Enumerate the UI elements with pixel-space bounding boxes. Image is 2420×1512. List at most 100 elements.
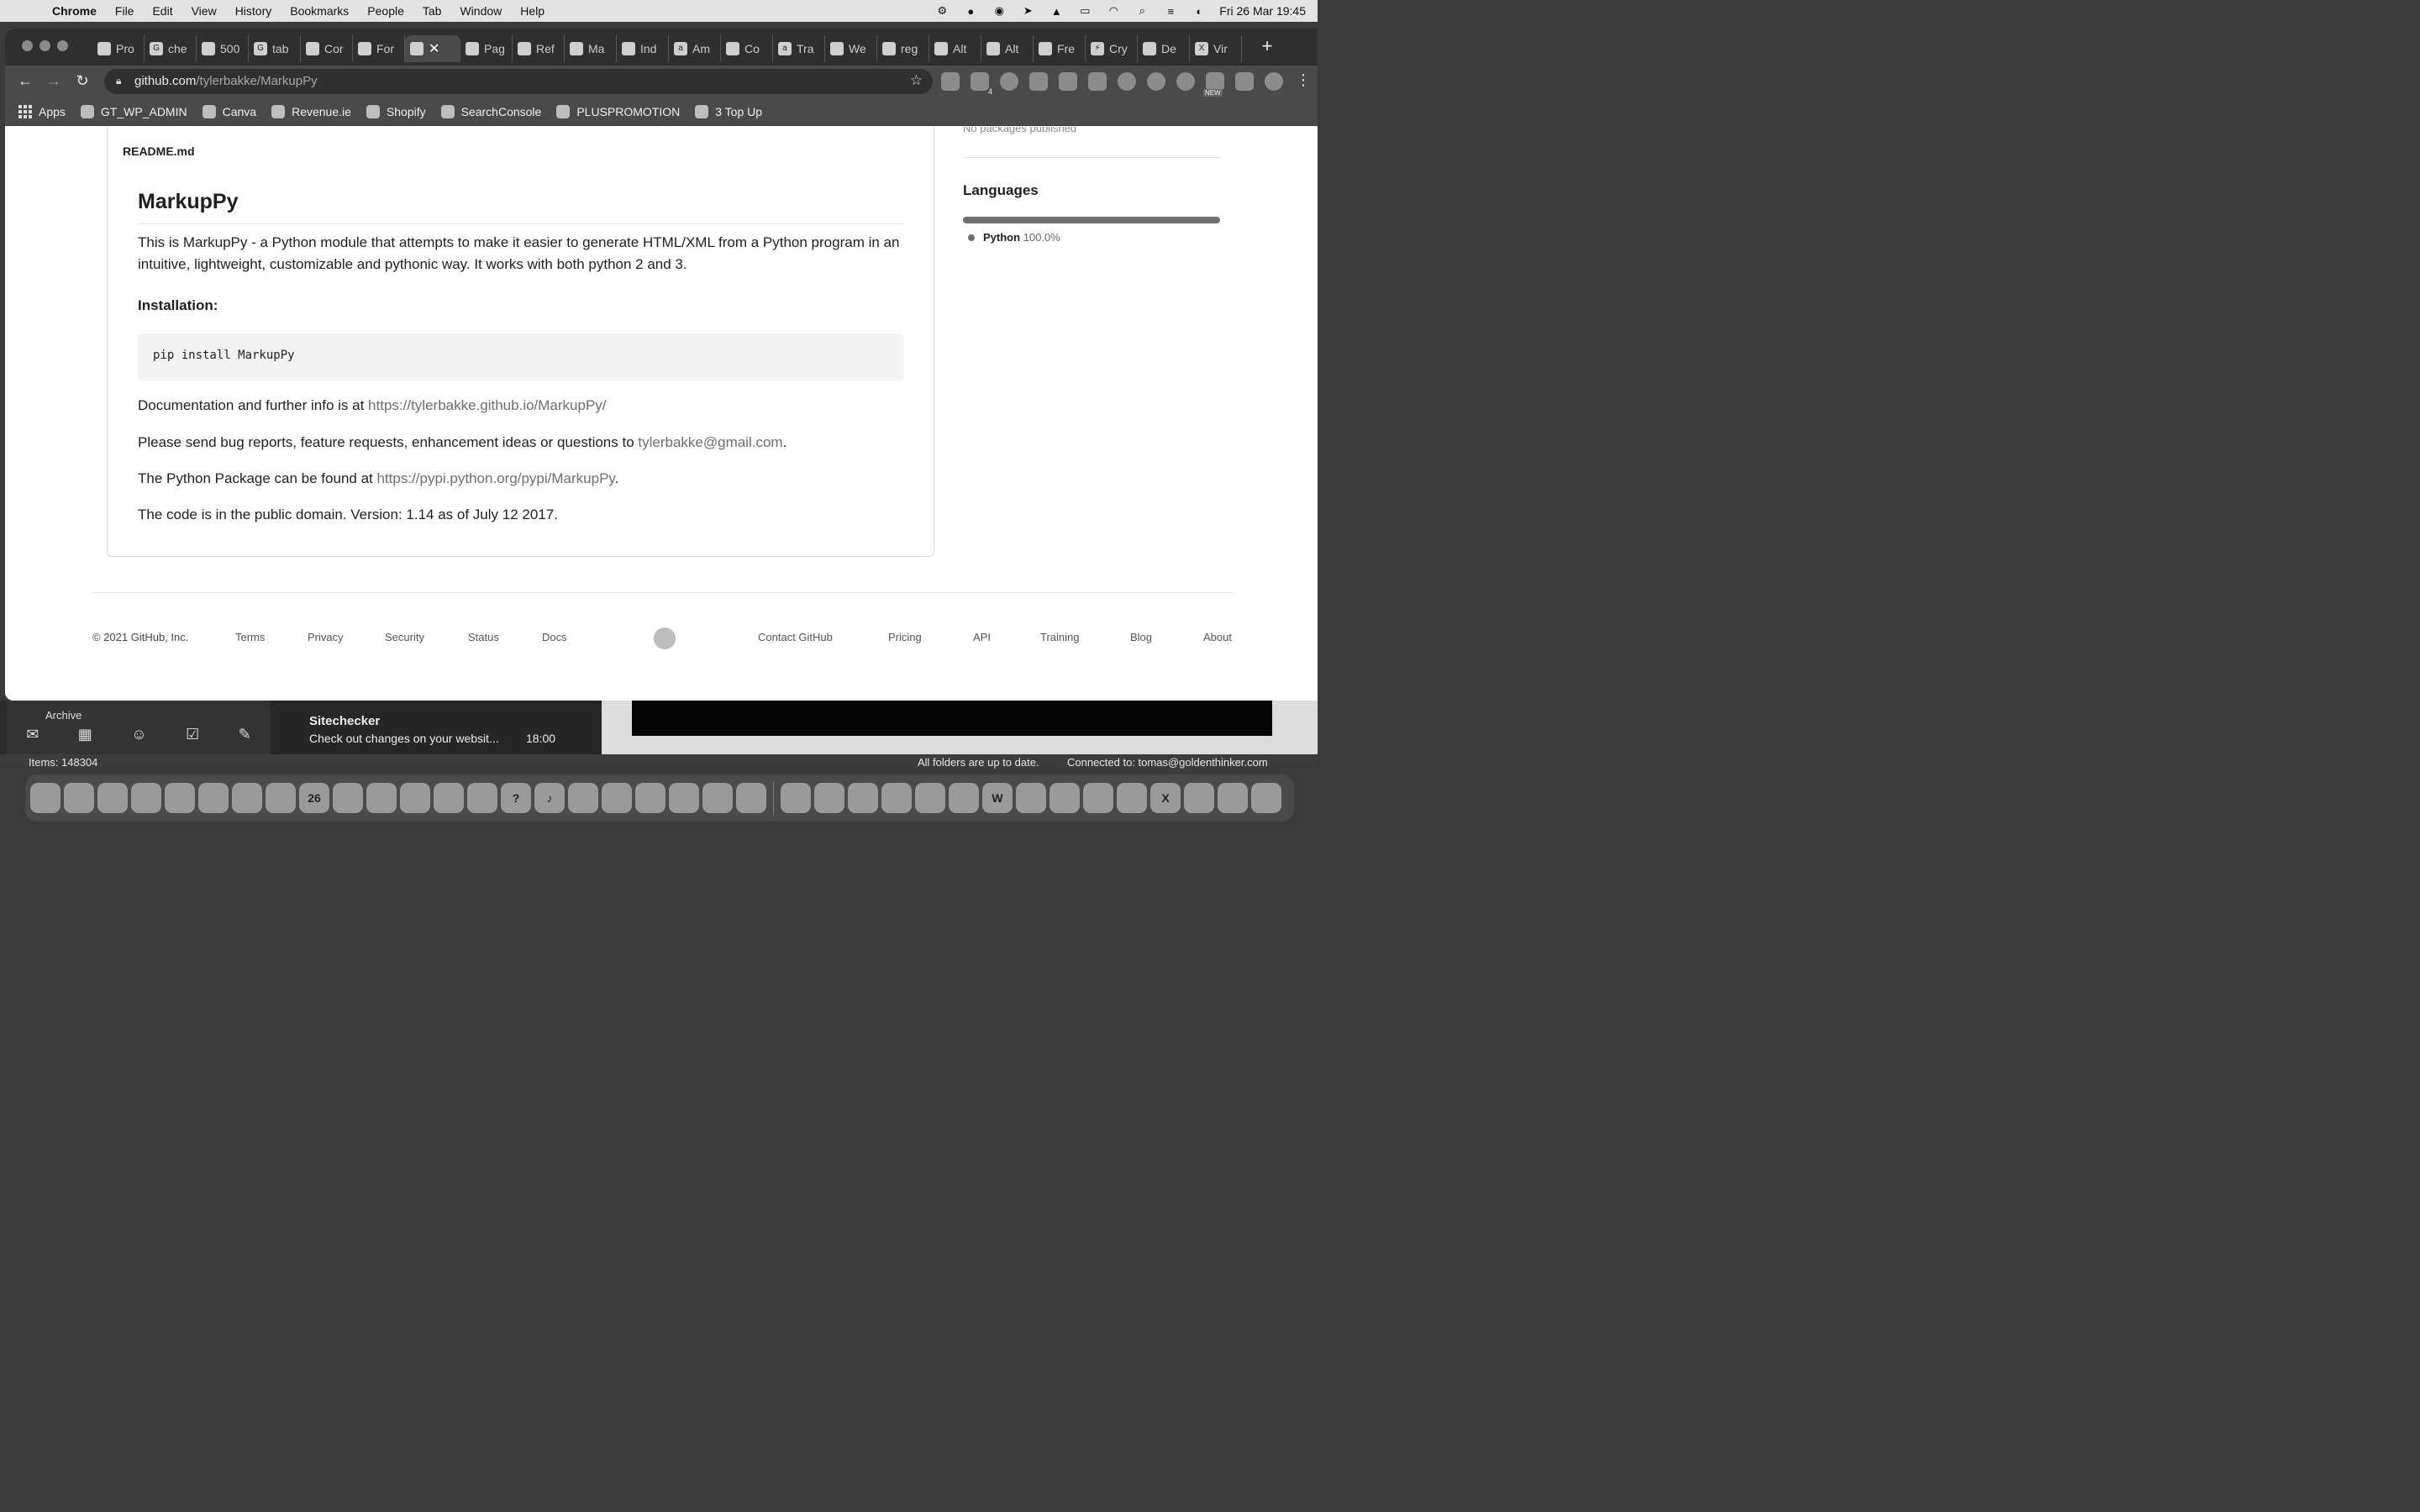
messages-icon[interactable] [131,783,161,813]
extension-card-icon[interactable] [1059,72,1077,91]
word-icon[interactable]: W [982,783,1013,813]
trash-icon[interactable] [1251,783,1281,813]
tab[interactable]: Cor [301,35,353,62]
file-icon[interactable] [1218,783,1248,813]
grammarly-icon[interactable] [1118,72,1136,91]
close-tab-icon[interactable]: ✕ [429,40,439,57]
profile-avatar[interactable] [1265,72,1283,91]
web-icon[interactable] [1050,783,1080,813]
menu-history[interactable]: History [226,4,281,18]
telegram-dock-icon[interactable] [915,783,945,813]
extension-new-icon[interactable]: NEW [1203,72,1224,97]
extension-recycle-icon[interactable] [1000,72,1018,91]
extension-circle-icon[interactable] [1176,72,1195,91]
safari-icon[interactable] [97,783,128,813]
finder-icon[interactable] [30,783,60,813]
maps-icon[interactable] [198,783,229,813]
vlc-dock-icon[interactable] [1016,783,1046,813]
app-store-icon[interactable] [602,783,632,813]
footer-link-contact[interactable]: Contact GitHub [758,631,833,643]
evernote-icon[interactable] [1147,72,1165,91]
tab[interactable]: ⚡ Cry [1086,35,1138,62]
footer-link-blog[interactable]: Blog [1130,631,1152,643]
menu-window[interactable]: Window [450,4,511,18]
reminders-icon[interactable] [400,783,430,813]
calendar-dock-icon[interactable]: 26 [299,783,329,813]
tab-active-github[interactable]: ✕ [405,35,460,62]
tab[interactable]: Alt [929,35,981,62]
bookmark-pluspromotion[interactable]: PLUSPROMOTION [556,104,680,118]
browser-menu-icon[interactable]: ⋮ [1296,71,1311,89]
notes-icon[interactable]: ✎ [239,726,251,743]
search-icon[interactable]: ⌕ [1134,4,1150,18]
sublime-icon[interactable] [949,783,979,813]
screenshot-icon[interactable] [1117,783,1147,813]
tab[interactable]: Co [721,35,773,62]
menu-help[interactable]: Help [511,4,554,18]
clock[interactable]: Fri 26 Mar 19:45 [1219,4,1306,18]
tab[interactable]: De [1138,35,1190,62]
mail-icon[interactable]: ✉ [26,726,39,743]
extension-folder-icon[interactable] [1029,72,1048,91]
tasks-icon[interactable]: ☑ [186,726,199,743]
bookmark-searchconsole[interactable]: SearchConsole [440,104,541,118]
siri-icon[interactable]: ◐ [1191,4,1207,18]
minimize-window-button[interactable] [39,40,50,51]
tab[interactable]: We [825,35,877,62]
footer-link-docs[interactable]: Docs [542,631,567,643]
close-window-button[interactable] [22,40,33,51]
footer-link-terms[interactable]: Terms [235,631,265,643]
menu-people[interactable]: People [358,4,413,18]
forward-icon[interactable]: → [44,72,64,90]
bookmark-apps[interactable]: Apps [18,104,66,118]
help-icon[interactable]: ? [501,783,531,813]
whatsapp-icon[interactable] [814,783,844,813]
document-icon[interactable] [1184,783,1214,813]
facetime-icon[interactable] [266,783,296,813]
bookmark-canva[interactable]: Canva [202,104,256,118]
tab[interactable]: reg [877,35,929,62]
tab[interactable]: Gche [145,35,197,62]
footer-link-status[interactable]: Status [468,631,499,643]
menu-tab[interactable]: Tab [413,4,451,18]
launchpad-icon[interactable] [64,783,94,813]
bookmark-3-top-up[interactable]: 3 Top Up [695,104,762,118]
apple-tv-icon[interactable] [467,783,497,813]
outlook-icon[interactable] [702,783,733,813]
terminal-icon[interactable] [881,783,912,813]
footer-link-api[interactable]: API [973,631,991,643]
tab[interactable]: Pro [92,35,145,62]
vlc-icon[interactable]: ▲ [1048,4,1065,18]
mail-preview[interactable]: Check out changes on your websit... [309,732,499,745]
excel-icon[interactable]: X [1150,783,1181,813]
docs-link[interactable]: https://tylerbakke.github.io/MarkupPy/ [368,397,606,413]
language-item-python[interactable]: Python 100.0% [968,231,1060,244]
footer-link-security[interactable]: Security [385,631,424,643]
extension-pen-icon[interactable] [941,72,960,91]
tab[interactable]: X Vir [1190,35,1242,62]
menu-file[interactable]: File [106,4,144,18]
menu-bookmarks[interactable]: Bookmarks [281,4,358,18]
url-text[interactable]: github.com/tylerbakke/MarkupPy [134,74,318,88]
telegram-icon[interactable]: ➤ [1019,4,1036,18]
system-preferences-icon[interactable] [635,783,666,813]
tab[interactable]: Fre [1034,35,1086,62]
footer-link-privacy[interactable]: Privacy [308,631,344,643]
battery-icon[interactable]: ▭ [1076,4,1093,18]
install-code-block[interactable]: pip install MarkupPy [138,333,904,381]
stats-icon[interactable]: ◉ [991,4,1007,18]
photos-icon[interactable] [232,783,262,813]
wifi-icon[interactable]: ◠ [1105,4,1122,18]
extension-translate-icon[interactable] [1088,72,1107,91]
github-logo-icon[interactable] [654,627,676,649]
tab[interactable]: Gtab [249,35,301,62]
bookmark-shopify[interactable]: Shopify [366,104,426,118]
maximize-window-button[interactable] [57,40,68,51]
lock-icon[interactable]: 🔒︎ [116,75,121,87]
podcasts-icon[interactable] [568,783,598,813]
readme-filename[interactable]: README.md [123,144,195,158]
activity-monitor-icon[interactable] [781,783,811,813]
reload-icon[interactable]: ↻ [72,72,92,90]
bookmark-gt-wp-admin[interactable]: GT_WP_ADMIN [80,104,187,118]
dark-app-icon[interactable] [736,783,766,813]
